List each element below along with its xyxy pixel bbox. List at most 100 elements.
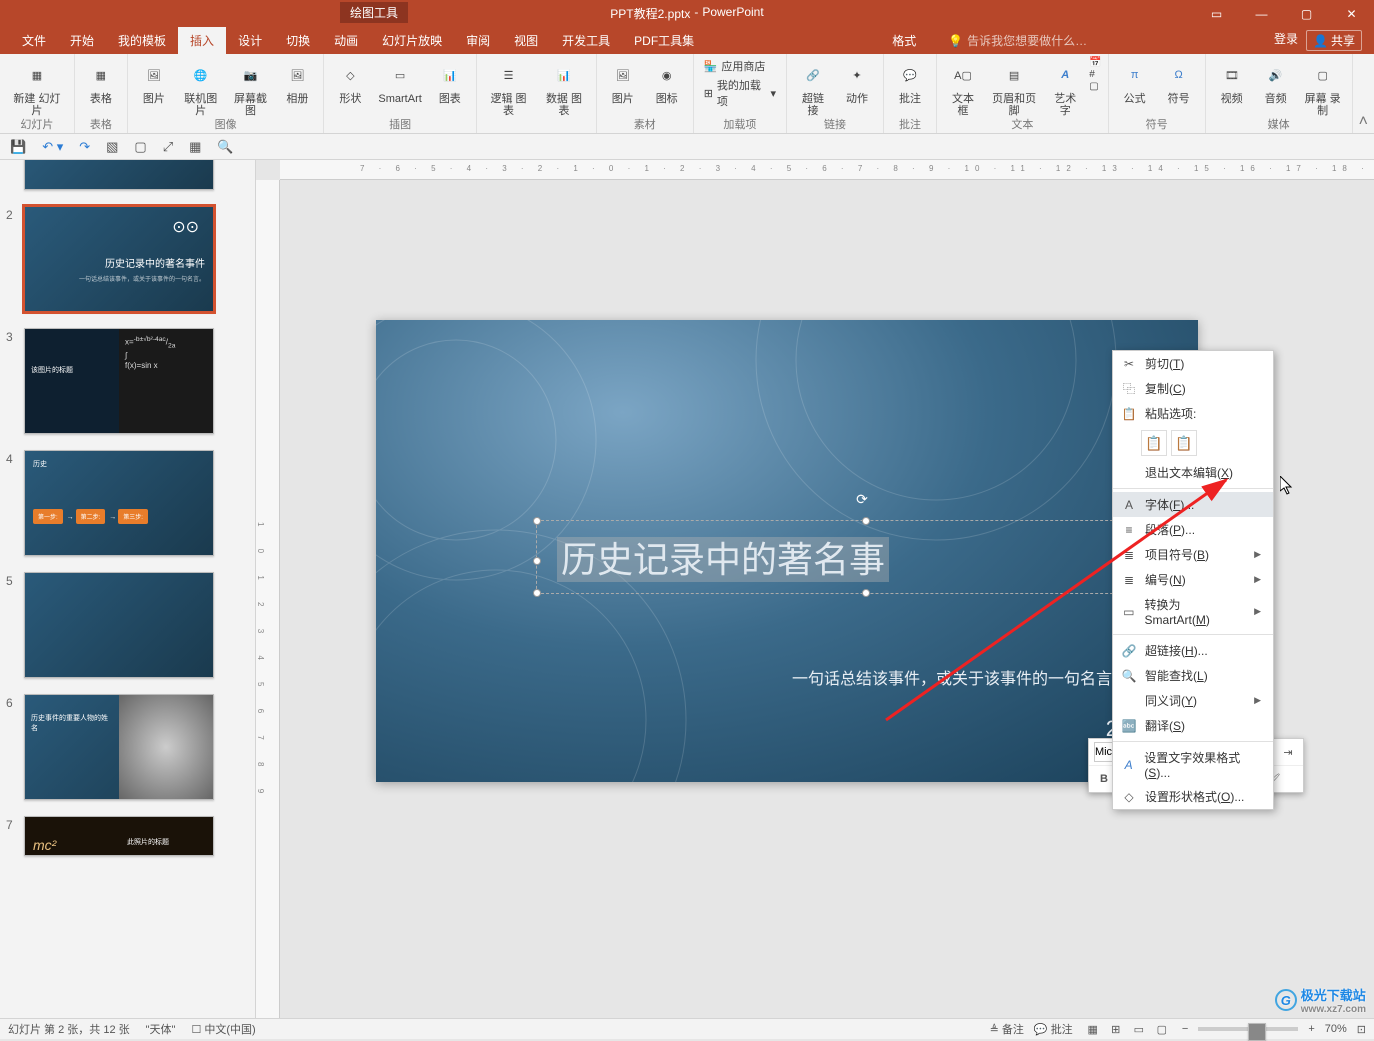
- zoom-in-icon[interactable]: +: [1308, 1023, 1314, 1035]
- screenrec-button[interactable]: ▢屏幕 录制: [1300, 57, 1346, 119]
- slide-thumb-7[interactable]: mc² 此照片的标题: [24, 816, 214, 856]
- slide-thumbnails-panel[interactable]: 2 ⊙⊙ 历史记录中的著名事件 一句话总结该事件，或关于该事件的一句名言。 3 …: [0, 160, 256, 1025]
- tab-animations[interactable]: 动画: [322, 27, 370, 54]
- fit-to-window-icon[interactable]: ⊡: [1357, 1023, 1366, 1036]
- chart-button[interactable]: 📊图表: [430, 57, 470, 107]
- tab-home[interactable]: 开始: [58, 27, 106, 54]
- ctx-exit-text-edit[interactable]: 退出文本编辑(X): [1113, 460, 1273, 485]
- slide-thumb-6[interactable]: 历史事件的重要人物的姓名: [24, 694, 214, 800]
- ctx-text-effects-format[interactable]: A设置文字效果格式(S)...: [1113, 745, 1273, 784]
- ctx-paragraph[interactable]: ≡段落(P)...: [1113, 517, 1273, 542]
- slide-thumb-1[interactable]: [24, 160, 214, 190]
- ctx-font[interactable]: A字体(F)...: [1113, 492, 1273, 517]
- ctx-convert-smartart[interactable]: ▭转换为 SmartArt(M)▶: [1113, 592, 1273, 631]
- rotate-handle-icon[interactable]: ⟳: [856, 491, 868, 508]
- redo-icon[interactable]: ↷: [79, 139, 90, 155]
- tab-developer[interactable]: 开发工具: [550, 27, 622, 54]
- symbol-button[interactable]: Ω符号: [1159, 57, 1199, 107]
- table-button[interactable]: ▦表格: [81, 57, 121, 107]
- ctx-shape-format[interactable]: ◇设置形状格式(O)...: [1113, 784, 1273, 809]
- data-chart-button[interactable]: 📊数据 图表: [538, 57, 589, 119]
- textbox-button[interactable]: A▢文本框: [943, 57, 983, 119]
- slide-thumb-5[interactable]: [24, 572, 214, 678]
- save-icon[interactable]: 💾: [10, 139, 26, 155]
- ctx-bullets[interactable]: ≣项目符号(B)▶: [1113, 542, 1273, 567]
- header-footer-button[interactable]: ▤页眉和页脚: [987, 57, 1041, 119]
- tab-pdf[interactable]: PDF工具集: [622, 27, 706, 54]
- shapes-button[interactable]: ◇形状: [330, 57, 370, 107]
- paste-keep-text-icon[interactable]: 📋: [1171, 430, 1197, 456]
- ins-icon-button[interactable]: ◉图标: [647, 57, 687, 107]
- zoom-slider[interactable]: [1198, 1027, 1298, 1031]
- store-button[interactable]: 🏪应用商店: [700, 57, 780, 75]
- slide-counter[interactable]: 幻灯片 第 2 张，共 12 张: [8, 1021, 130, 1037]
- slidenum-icon[interactable]: #: [1089, 69, 1101, 80]
- slide-editor[interactable]: 7 · 6 · 5 · 4 · 3 · 2 · 1 · 0 · 1 · 2 · …: [256, 160, 1374, 1025]
- comment-button[interactable]: 💬批注: [890, 57, 930, 107]
- tab-review[interactable]: 审阅: [454, 27, 502, 54]
- smartart-button[interactable]: ▭SmartArt: [374, 57, 425, 107]
- thumb-row-2[interactable]: 2 ⊙⊙ 历史记录中的著名事件 一句话总结该事件，或关于该事件的一句名言。: [0, 202, 255, 324]
- ribbon-options-icon[interactable]: ▭: [1194, 0, 1239, 27]
- online-picture-button[interactable]: 🌐联机图片: [178, 57, 224, 119]
- normal-view-icon[interactable]: ▦: [1083, 1023, 1103, 1036]
- tab-file[interactable]: 文件: [10, 27, 58, 54]
- screenshot-button[interactable]: 📷屏幕截图: [228, 57, 274, 119]
- tab-format[interactable]: 格式: [880, 27, 928, 54]
- action-button[interactable]: ✦动作: [837, 57, 877, 107]
- ctx-hyperlink[interactable]: 🔗超链接(H)...: [1113, 638, 1273, 663]
- slide-thumb-2[interactable]: ⊙⊙ 历史记录中的著名事件 一句话总结该事件，或关于该事件的一句名言。: [24, 206, 214, 312]
- tab-slideshow[interactable]: 幻灯片放映: [370, 27, 454, 54]
- hyperlink-button[interactable]: 🔗超链接: [793, 57, 833, 119]
- ctx-copy[interactable]: ⿻复制(C): [1113, 376, 1273, 401]
- picture-button[interactable]: 🖼图片: [134, 57, 174, 107]
- video-button[interactable]: 🎞视频: [1212, 57, 1252, 107]
- current-slide[interactable]: ⟳ 历史记录中的著名事 一句话总结该事件，或关于该事件的一句名言。 2: [376, 320, 1198, 782]
- date-icon[interactable]: 📅: [1089, 57, 1101, 68]
- wordart-button[interactable]: A艺术字: [1045, 57, 1085, 119]
- equation-button[interactable]: π公式: [1115, 57, 1155, 107]
- share-button[interactable]: 👤 共享: [1306, 30, 1362, 51]
- thumb-row-4[interactable]: 4 历史 第一步:→ 第二步:→ 第三步:: [0, 446, 255, 568]
- zoom-out-icon[interactable]: −: [1182, 1023, 1188, 1035]
- thumb-row-1[interactable]: [0, 160, 255, 202]
- ctx-cut[interactable]: ✂剪切(T): [1113, 351, 1273, 376]
- thumb-row-7[interactable]: 7 mc² 此照片的标题: [0, 812, 255, 868]
- slide-thumb-4[interactable]: 历史 第一步:→ 第二步:→ 第三步:: [24, 450, 214, 556]
- close-icon[interactable]: ✕: [1329, 0, 1374, 27]
- bold-icon[interactable]: B: [1094, 769, 1114, 789]
- qat-icon-2[interactable]: ▢: [134, 139, 146, 155]
- logic-chart-button[interactable]: ☰逻辑 图表: [483, 57, 534, 119]
- sorter-view-icon[interactable]: ⊞: [1106, 1023, 1126, 1036]
- new-slide-button[interactable]: ▦新建 幻灯片: [6, 57, 68, 119]
- ctx-smart-lookup[interactable]: 🔍智能查找(L): [1113, 663, 1273, 688]
- increase-indent-icon[interactable]: ⇥: [1278, 742, 1298, 762]
- title-text[interactable]: 历史记录中的著名事: [557, 537, 889, 582]
- qat-icon-1[interactable]: ▧: [106, 139, 118, 155]
- subtitle-text[interactable]: 一句话总结该事件，或关于该事件的一句名言。: [792, 665, 1128, 689]
- title-textbox[interactable]: ⟳ 历史记录中的著名事: [536, 520, 1188, 594]
- zoom-level[interactable]: 70%: [1325, 1023, 1347, 1035]
- tab-templates[interactable]: 我的模板: [106, 27, 178, 54]
- album-button[interactable]: 🖼相册: [277, 57, 317, 107]
- tab-design[interactable]: 设计: [226, 27, 274, 54]
- login-link[interactable]: 登录: [1274, 30, 1298, 51]
- ctx-translate[interactable]: 🔤翻译(S): [1113, 713, 1273, 738]
- qat-icon-5[interactable]: 🔍: [217, 139, 233, 155]
- thumb-row-5[interactable]: 5: [0, 568, 255, 690]
- slide-thumb-3[interactable]: 该图片的标题 x=-b±√b²-4ac/2a∫f(x)=sin x: [24, 328, 214, 434]
- qat-icon-3[interactable]: ⤢: [163, 139, 173, 155]
- tell-me-search[interactable]: 💡 告诉我您想要做什么…: [948, 32, 1274, 49]
- language-indicator[interactable]: ☐ 中文(中国): [191, 1021, 255, 1037]
- paste-keep-format-icon[interactable]: 📋: [1141, 430, 1167, 456]
- comments-button[interactable]: 💬 批注: [1034, 1021, 1073, 1037]
- notes-button[interactable]: ≜ 备注: [990, 1021, 1024, 1037]
- object-icon[interactable]: ▢: [1089, 81, 1101, 92]
- minimize-icon[interactable]: —: [1239, 0, 1284, 27]
- ctx-numbering[interactable]: ≣编号(N)▶: [1113, 567, 1273, 592]
- audio-button[interactable]: 🔊音频: [1256, 57, 1296, 107]
- maximize-icon[interactable]: ▢: [1284, 0, 1329, 27]
- ins-picture-button[interactable]: 🖼图片: [603, 57, 643, 107]
- thumb-row-3[interactable]: 3 该图片的标题 x=-b±√b²-4ac/2a∫f(x)=sin x: [0, 324, 255, 446]
- ctx-synonyms[interactable]: 同义词(Y)▶: [1113, 688, 1273, 713]
